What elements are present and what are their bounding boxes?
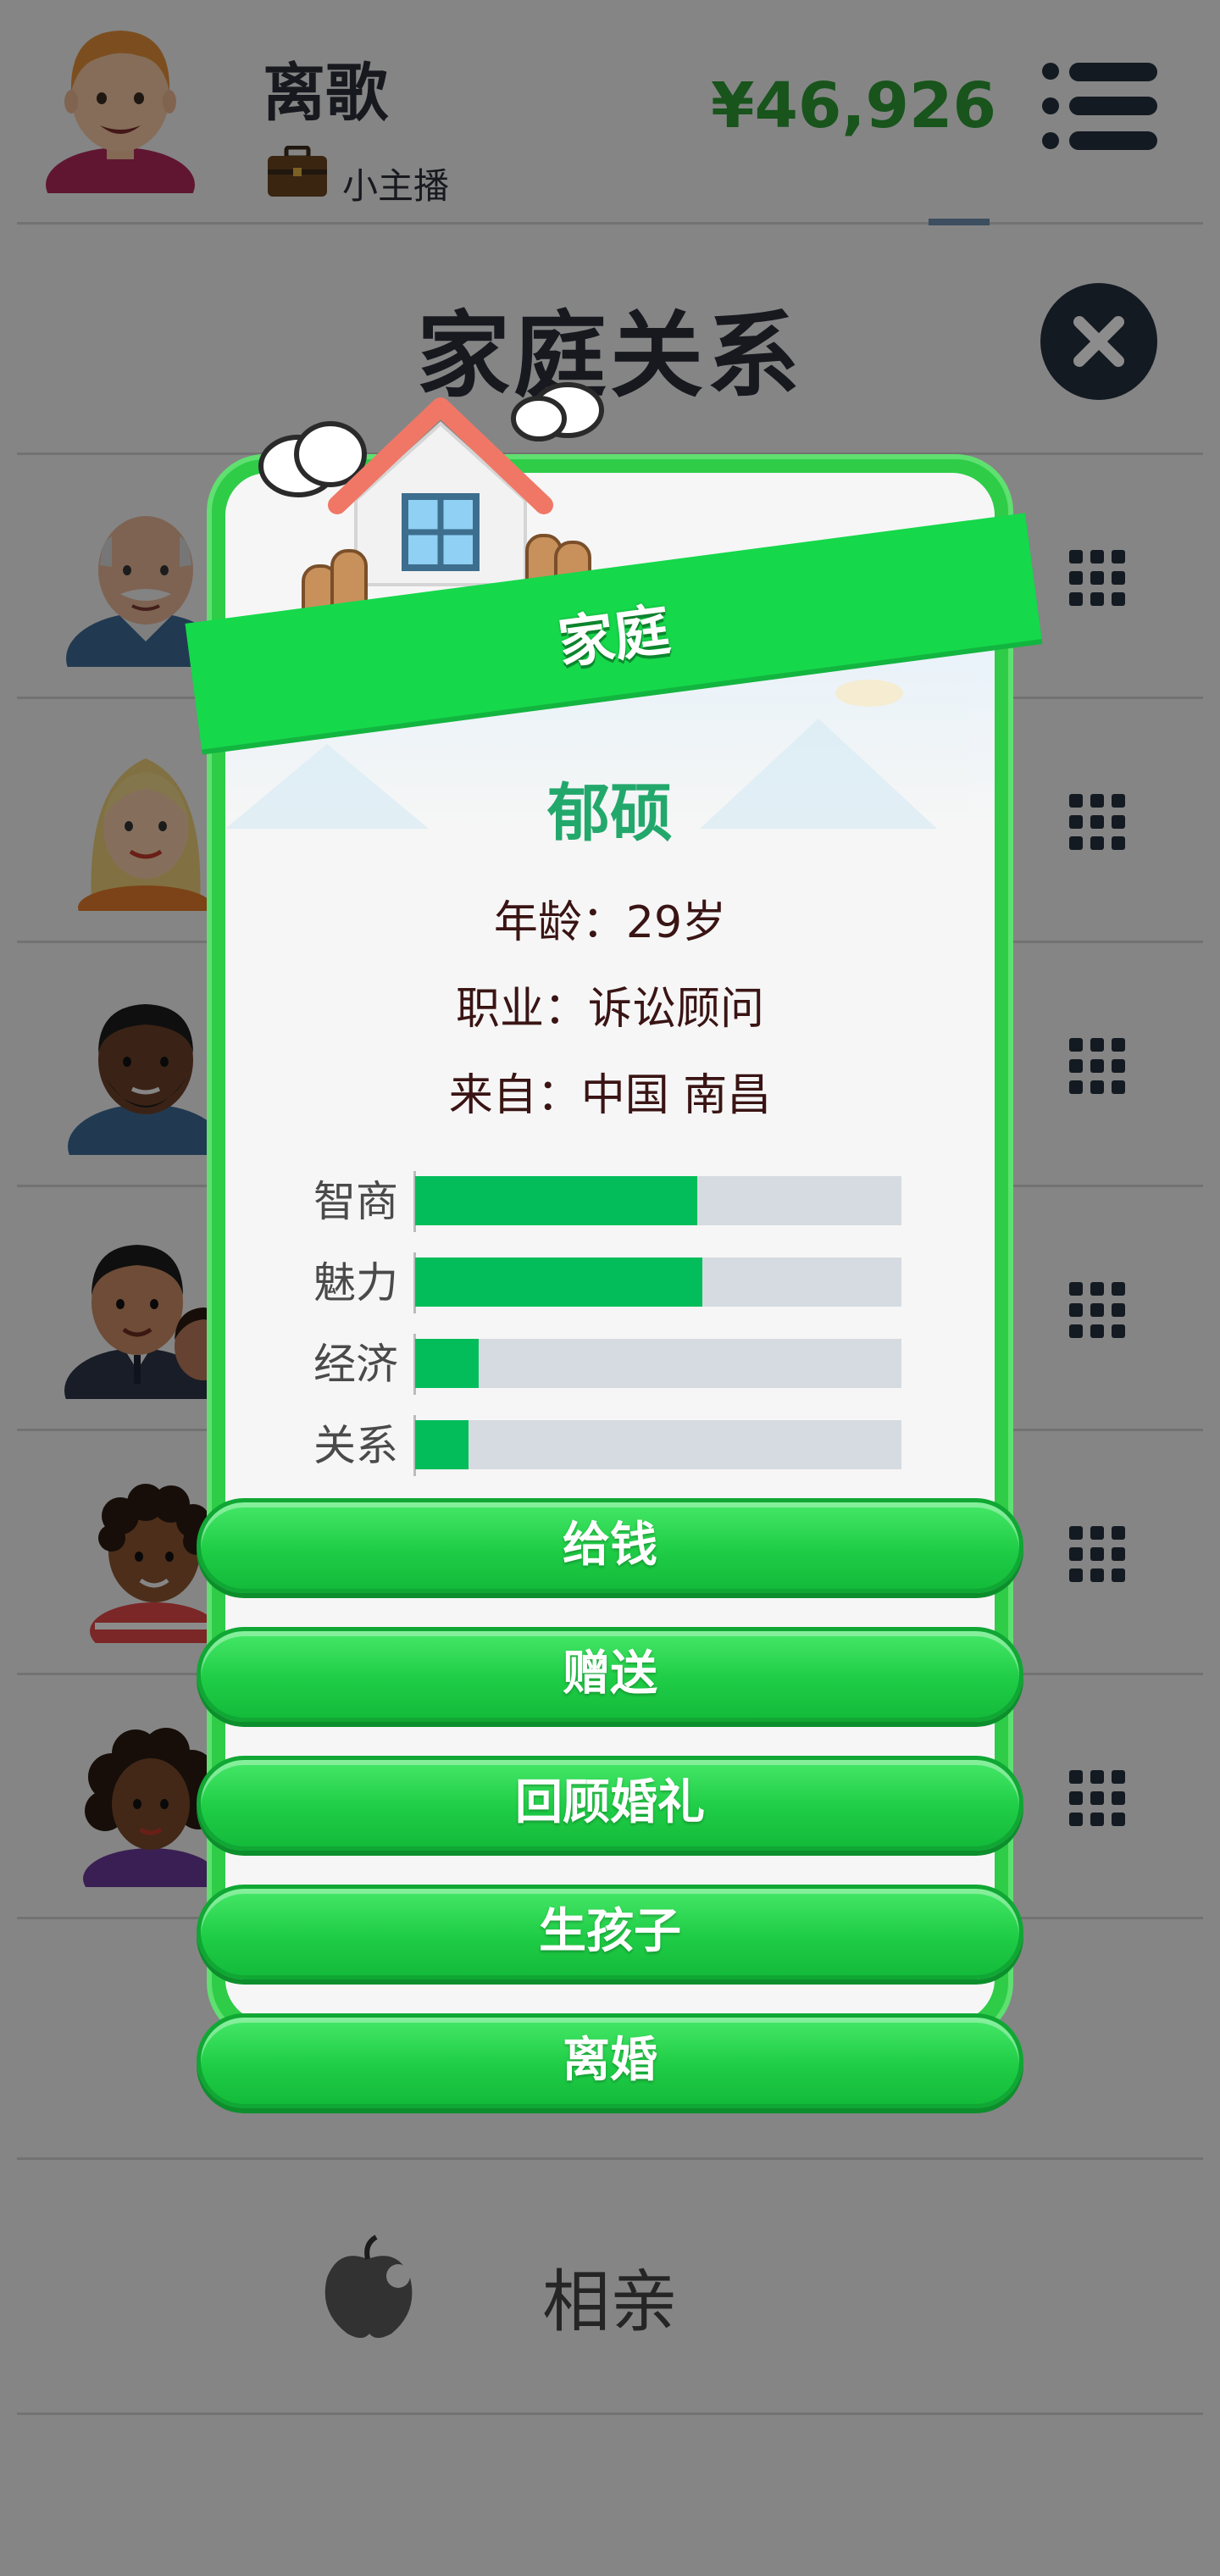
review-wedding-button[interactable]: 回顾婚礼: [197, 1756, 1023, 1851]
have-child-label: 生孩子: [539, 1904, 681, 1959]
give-gift-label: 赠送: [563, 1646, 657, 1702]
job-line: 职业：诉讼顾问: [455, 984, 764, 1035]
stat-label: 智商: [313, 1177, 398, 1226]
stat-track: [415, 1420, 901, 1469]
stats-panel: 智商 魅力 经济 关系: [288, 1163, 932, 1476]
give-gift-button[interactable]: 赠送: [197, 1627, 1023, 1722]
give-money-label: 给钱: [563, 1518, 657, 1573]
origin-line: 来自：中国 南昌: [448, 1070, 772, 1121]
stat-row-relationship: 关系: [288, 1415, 932, 1476]
stat-fill: [415, 1420, 469, 1469]
stat-label: 魅力: [313, 1258, 398, 1307]
review-wedding-label: 回顾婚礼: [515, 1775, 705, 1830]
age-line: 年龄：29岁: [493, 897, 727, 948]
divorce-button[interactable]: 离婚: [197, 2013, 1023, 2108]
stat-label: 经济: [313, 1340, 398, 1389]
stat-row-economy: 经济: [288, 1334, 932, 1395]
stat-row-intelligence: 智商: [288, 1171, 932, 1232]
spouse-name: 郁硕: [547, 777, 673, 850]
stat-fill: [415, 1257, 702, 1307]
stat-row-charm: 魅力: [288, 1252, 932, 1313]
have-child-button[interactable]: 生孩子: [197, 1885, 1023, 1979]
stat-label: 关系: [313, 1421, 398, 1470]
stat-track: [415, 1176, 901, 1225]
divorce-label: 离婚: [563, 2033, 657, 2088]
stat-fill: [415, 1339, 479, 1388]
stat-track: [415, 1339, 901, 1388]
stat-fill: [415, 1176, 697, 1225]
stat-track: [415, 1257, 901, 1307]
give-money-button[interactable]: 给钱: [197, 1498, 1023, 1593]
